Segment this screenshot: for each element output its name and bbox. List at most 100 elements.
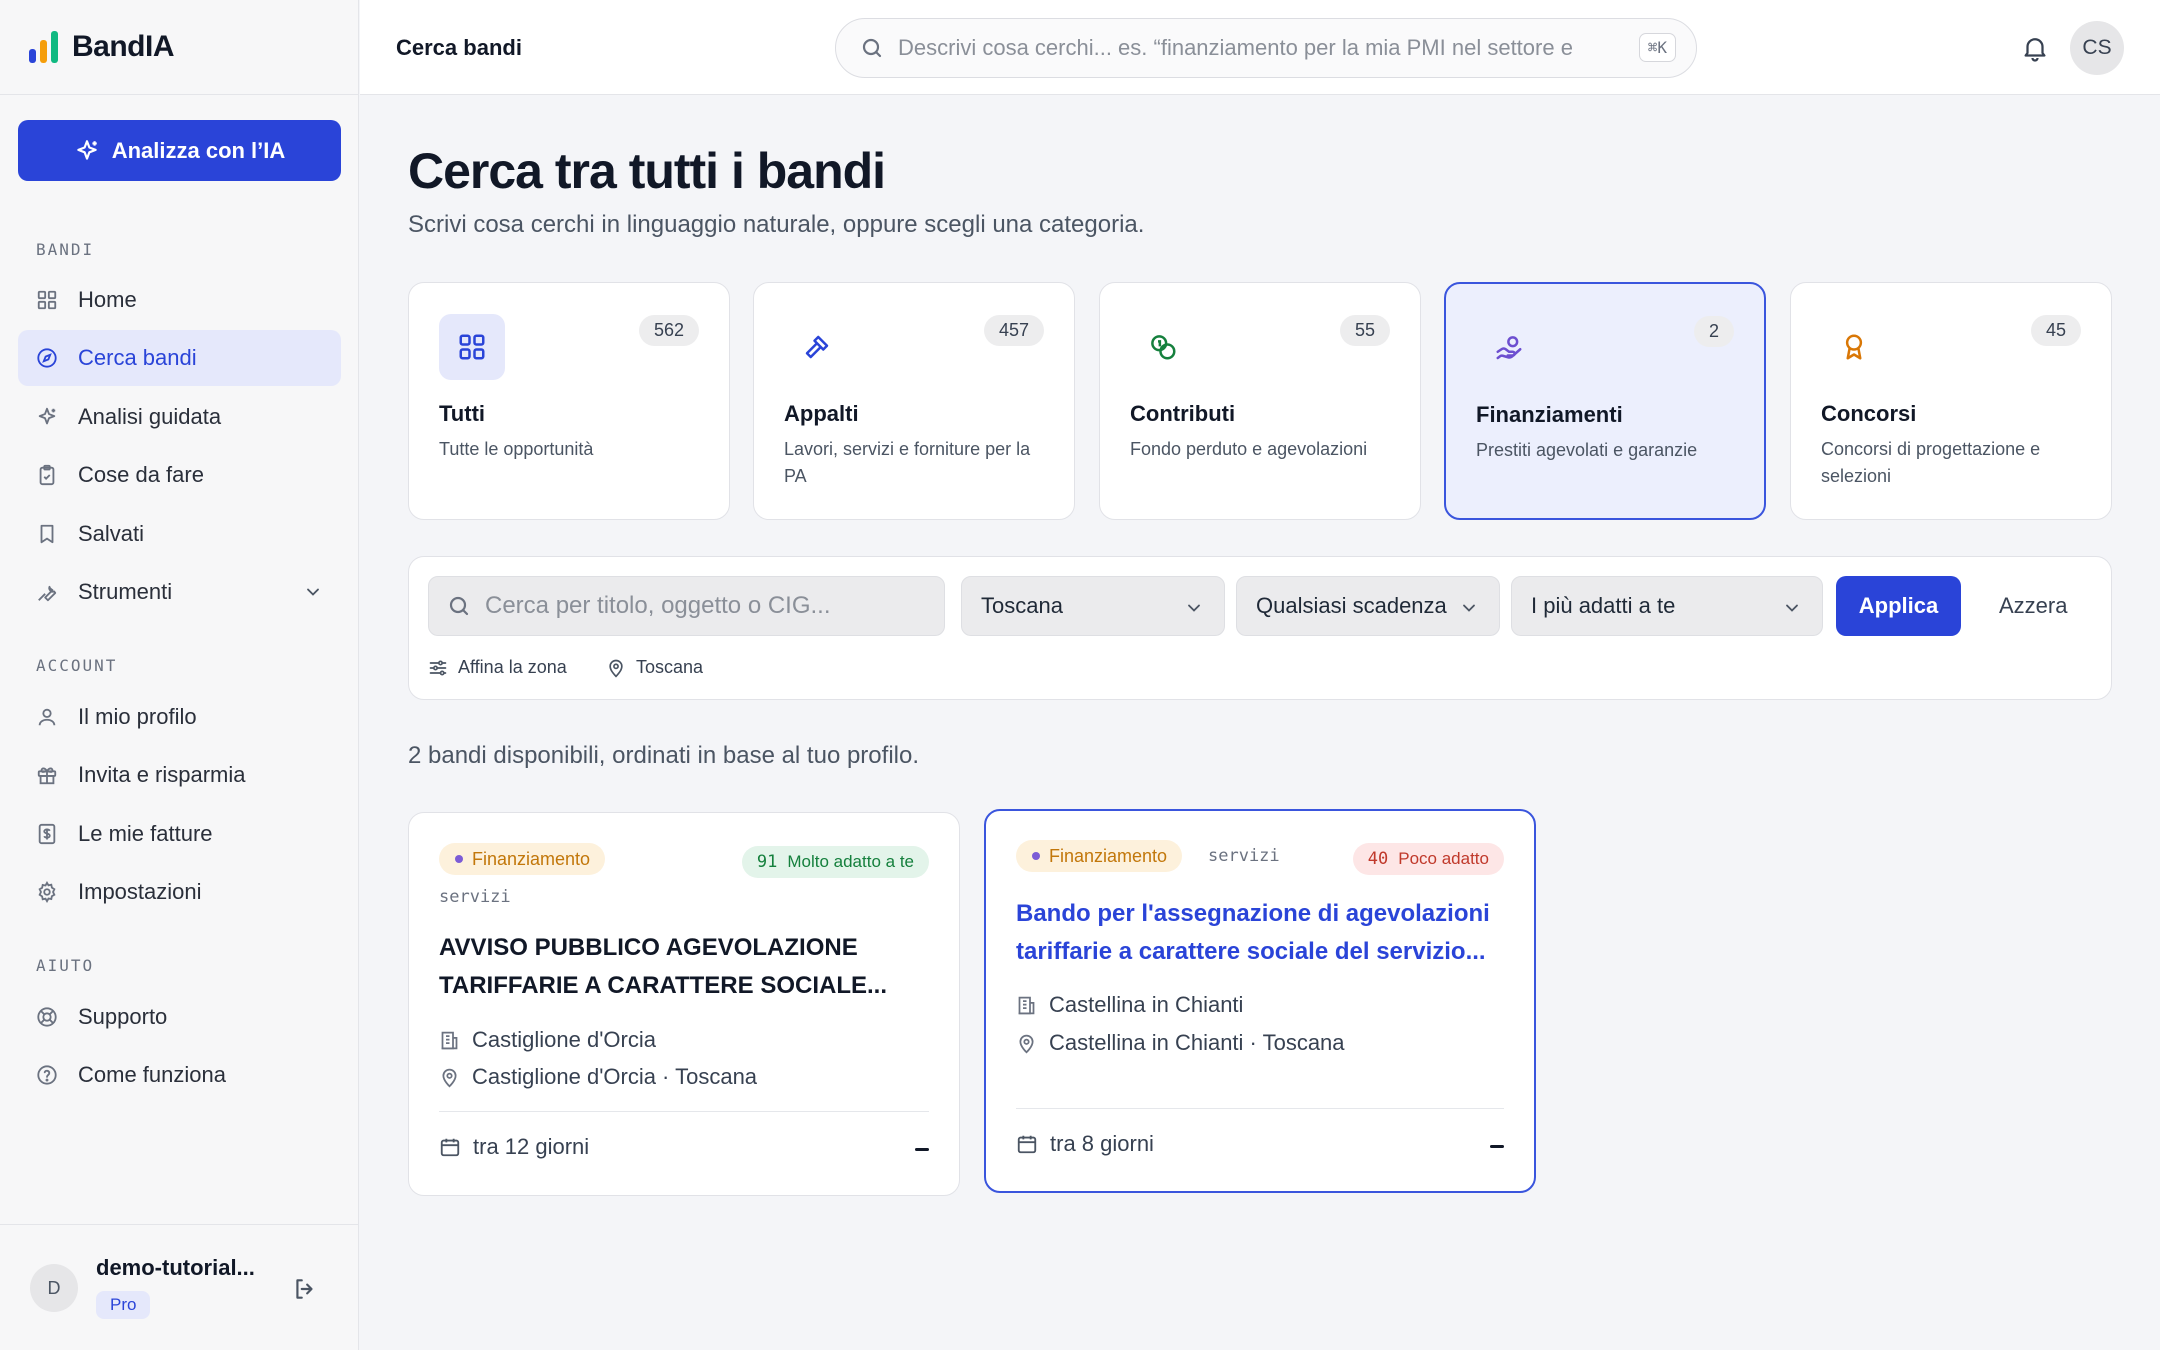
category-description: Lavori, servizi e forniture per la PA — [784, 439, 1031, 486]
nav-section-bandi: BANDI — [36, 240, 95, 259]
sidebar-item-strumenti[interactable]: Strumenti — [18, 564, 341, 620]
clipboard-icon — [39, 464, 55, 486]
analyze-with-ai-button[interactable]: Analizza con l’IA — [18, 120, 341, 181]
sidebar-item-label: Invita e risparmia — [78, 762, 246, 787]
sort-select-value: I più adatti a te — [1531, 593, 1676, 618]
category-name: Appalti — [784, 401, 859, 426]
result-card[interactable]: Finanziamento servizi 40 Poco adatto Ban… — [984, 809, 1536, 1193]
type-badge: Finanziamento — [439, 843, 606, 875]
chevron-down-icon — [1786, 604, 1798, 612]
match-score: 40 — [1367, 849, 1389, 869]
bell-icon[interactable] — [2020, 33, 2050, 63]
refine-zone-label: Affina la zona — [458, 657, 567, 677]
sort-select[interactable]: I più adatti a te — [1511, 576, 1823, 636]
sector-tag: servizi — [439, 887, 511, 907]
category-card-tutti[interactable]: 562 Tutti Tutte le opportunità — [408, 282, 730, 520]
category-card-finanziamenti[interactable]: 2 Finanziamenti Prestiti agevolati e gar… — [1444, 282, 1766, 520]
logout-icon[interactable] — [292, 1276, 318, 1302]
match-score-label: Poco adatto — [1398, 849, 1489, 868]
sparkle-icon — [76, 139, 97, 160]
deadline-select-value: Qualsiasi scadenza — [1256, 593, 1447, 618]
refine-zone-button[interactable]: Affina la zona — [428, 657, 567, 678]
sidebar-item-label: Strumenti — [78, 579, 173, 604]
page-title: Cerca tra tutti i bandi — [408, 143, 886, 199]
page-subtitle: Scrivi cosa cerchi in linguaggio natural… — [408, 211, 1145, 238]
award-icon — [1821, 314, 1887, 380]
category-description: Fondo perduto e agevolazioni — [1130, 439, 1368, 459]
deadline-select[interactable]: Qualsiasi scadenza — [1236, 576, 1500, 636]
search-icon — [862, 38, 882, 58]
sidebar-item-label: Il mio profilo — [78, 704, 197, 729]
sliders-icon — [429, 660, 447, 675]
deadline: tra 8 giorni — [1016, 1131, 1154, 1157]
category-name: Concorsi — [1821, 401, 1917, 426]
building-icon — [1018, 996, 1035, 1014]
apply-button[interactable]: Applica — [1836, 576, 1961, 636]
sidebar-item-analisi-guidata[interactable]: Analisi guidata — [18, 389, 341, 445]
category-count: 45 — [2030, 315, 2081, 346]
grid-icon — [439, 314, 505, 380]
sector-tag: servizi — [1208, 846, 1280, 866]
sidebar-item-label: Cerca bandi — [78, 345, 197, 370]
sidebar-item-impostazioni[interactable]: Impostazioni — [18, 864, 341, 920]
user-panel: D demo-tutorial... Pro — [0, 1224, 359, 1350]
sidebar-item-invita[interactable]: Invita e risparmia — [18, 747, 341, 803]
divider — [1016, 1108, 1504, 1109]
match-score: 91 — [756, 852, 778, 872]
bandi-search[interactable] — [428, 576, 945, 636]
sidebar-item-fatture[interactable]: Le mie fatture — [18, 806, 341, 862]
reset-button[interactable]: Azzera — [1999, 593, 2067, 619]
sidebar-item-salvati[interactable]: Salvati — [18, 506, 341, 562]
result-location-label: Castellina in Chianti · Toscana — [1049, 1030, 1345, 1055]
avatar[interactable]: D — [30, 1264, 78, 1312]
category-card-contributi[interactable]: 55 Contributi Fondo perduto e agevolazio… — [1099, 282, 1421, 520]
sidebar-item-label: Impostazioni — [78, 879, 202, 904]
category-count: 2 — [1693, 316, 1734, 347]
minus-icon — [915, 1148, 929, 1151]
sidebar-item-home[interactable]: Home — [18, 272, 341, 328]
result-count: 2 bandi disponibili, ordinati in base al… — [408, 742, 919, 769]
minus-icon — [1490, 1145, 1504, 1148]
match-score-label: Molto adatto a te — [787, 852, 914, 871]
category-card-concorsi[interactable]: 45 Concorsi Concorsi di progettazione e … — [1790, 282, 2112, 520]
type-badge-label: Finanziamento — [472, 848, 591, 869]
sidebar: BandIA Analizza con l’IA BANDI Home Cerc… — [0, 0, 359, 1350]
sidebar-item-supporto[interactable]: Supporto — [18, 989, 341, 1045]
lifebuoy-icon — [37, 1007, 57, 1027]
map-pin-icon — [609, 659, 623, 677]
issuing-entity: Castellina in Chianti — [1016, 992, 1243, 1018]
result-card[interactable]: Finanziamento 91 Molto adatto a te servi… — [408, 812, 960, 1196]
category-name: Contributi — [1130, 401, 1236, 426]
category-card-appalti[interactable]: 457 Appalti Lavori, servizi e forniture … — [753, 282, 1075, 520]
divider — [439, 1111, 929, 1112]
result-location: Castellina in Chianti · Toscana — [1016, 1030, 1345, 1056]
region-select-value: Toscana — [981, 593, 1063, 618]
issuing-entity-label: Castiglione d'Orcia — [472, 1027, 656, 1052]
result-title[interactable]: Bando per l'assegnazione di agevolazioni… — [1016, 895, 1508, 971]
brand[interactable]: BandIA — [0, 0, 358, 95]
region-select[interactable]: Toscana — [961, 576, 1225, 636]
gift-icon — [37, 767, 57, 785]
sidebar-item-cose-da-fare[interactable]: Cose da fare — [18, 447, 341, 503]
sidebar-item-come-funziona[interactable]: Come funziona — [18, 1047, 341, 1103]
bandi-search-input[interactable] — [485, 592, 925, 620]
nav-section-account: ACCOUNT — [36, 656, 118, 675]
result-title[interactable]: AVVISO PUBBLICO AGEVOLAZIONE TARIFFARIE … — [439, 929, 933, 1005]
global-search-input[interactable] — [898, 35, 1608, 61]
deadline-label: tra 12 giorni — [473, 1134, 590, 1159]
sparkle-icon — [38, 407, 56, 425]
sidebar-item-label: Home — [78, 287, 137, 312]
chevron-down-icon[interactable] — [303, 582, 323, 602]
avatar[interactable]: CS — [2070, 21, 2124, 75]
result-location-label: Castiglione d'Orcia · Toscana — [472, 1064, 758, 1089]
result-location: Castiglione d'Orcia · Toscana — [439, 1064, 757, 1090]
sidebar-item-label: Salvati — [78, 521, 145, 546]
location-tag: Toscana — [606, 657, 703, 678]
sidebar-item-cerca-bandi[interactable]: Cerca bandi — [18, 330, 341, 386]
category-description: Concorsi di progettazione e selezioni — [1821, 439, 2041, 486]
deadline-label: tra 8 giorni — [1050, 1131, 1154, 1156]
gear-icon — [38, 881, 56, 903]
global-search[interactable]: ⌘K — [835, 18, 1697, 78]
sidebar-item-profilo[interactable]: Il mio profilo — [18, 689, 341, 745]
compass-icon — [37, 348, 57, 368]
